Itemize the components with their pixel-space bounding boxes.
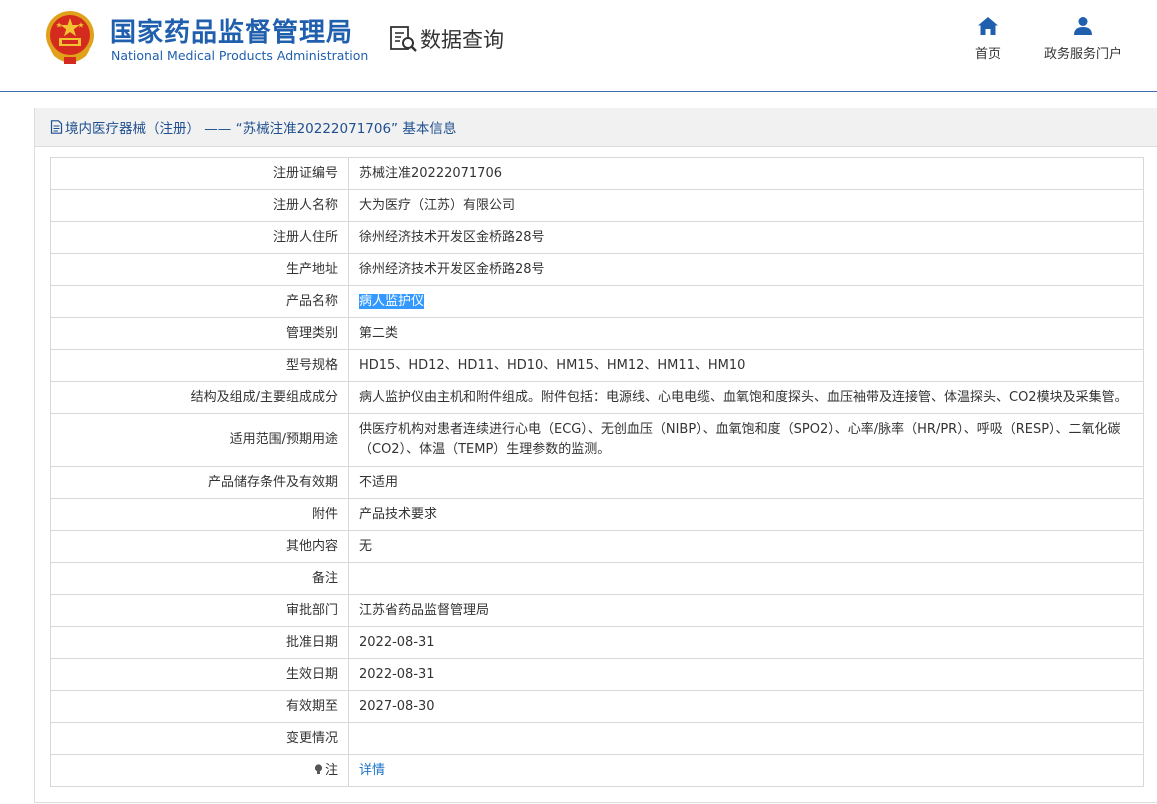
data-query-title: 数据查询 [388,22,504,56]
national-emblem-logo[interactable] [44,9,96,65]
table-row: 审批部门 江苏省药品监督管理局 [50,594,1144,627]
row-value: 2027-08-30 [348,690,1144,723]
table-row: 备注 [50,562,1144,595]
row-value: HD15、HD12、HD11、HD10、HM15、HM12、HM11、HM10 [348,349,1144,382]
table-row: 有效期至 2027-08-30 [50,690,1144,723]
row-value: 供医疗机构对患者连续进行心电（ECG）、无创血压（NIBP）、血氧饱和度（SPO… [348,413,1144,467]
row-value: 苏械注准20222071706 [348,157,1144,190]
panel-header: 境内医疗器械（注册） —— “苏械注准20222071706” 基本信息 [35,108,1157,147]
brand-title-en: National Medical Products Administration [111,48,369,63]
nav-home-label[interactable]: 首页 [966,43,1010,62]
table-row: 附件 产品技术要求 [50,498,1144,531]
document-icon [50,120,63,134]
row-label: 管理类别 [50,317,349,350]
row-value: 江苏省药品监督管理局 [348,594,1144,627]
home-icon [978,17,998,35]
row-value: 第二类 [348,317,1144,350]
table-row: 注 详情 [50,754,1144,787]
note-label-cell: 注 [50,754,349,787]
table-row: 管理类别 第二类 [50,317,1144,350]
table-row: 注册人住所 徐州经济技术开发区金桥路28号 [50,221,1144,254]
row-label: 有效期至 [50,690,349,723]
row-value [348,562,1144,595]
nav-gov-service-portal[interactable]: 政务服务门户 [1038,16,1128,62]
details-link[interactable]: 详情 [359,763,385,778]
row-value: 2022-08-31 [348,626,1144,659]
site-header: 国家药品监督管理局 National Medical Products Admi… [0,0,1157,92]
row-value: 徐州经济技术开发区金桥路28号 [348,253,1144,286]
row-label: 适用范围/预期用途 [50,413,349,467]
row-label: 审批部门 [50,594,349,627]
row-value: 徐州经济技术开发区金桥路28号 [348,221,1144,254]
panel-title: 境内医疗器械（注册） —— “苏械注准20222071706” 基本信息 [65,121,457,137]
table-row: 结构及组成/主要组成成分 病人监护仪由主机和附件组成。附件包括：电源线、心电电缆… [50,381,1144,414]
row-label: 生产地址 [50,253,349,286]
row-value [348,722,1144,755]
row-value: 病人监护仪由主机和附件组成。附件包括：电源线、心电电缆、血氧饱和度探头、血压袖带… [348,381,1144,414]
product-name-cell: 病人监护仪 [348,285,1144,318]
row-label: 注册证编号 [50,157,349,190]
row-value: 不适用 [348,466,1144,499]
lightbulb-icon [314,763,323,774]
row-label: 变更情况 [50,722,349,755]
table-row: 注册证编号 苏械注准20222071706 [50,157,1144,190]
table-row: 生效日期 2022-08-31 [50,658,1144,691]
row-value: 产品技术要求 [348,498,1144,531]
document-search-icon [390,26,417,52]
row-label: 备注 [50,562,349,595]
table-row: 产品储存条件及有效期 不适用 [50,466,1144,499]
row-label: 产品储存条件及有效期 [50,466,349,499]
row-label: 其他内容 [50,530,349,563]
row-label: 型号规格 [50,349,349,382]
table-row: 注册人名称 大为医疗（江苏）有限公司 [50,189,1144,222]
row-label: 附件 [50,498,349,531]
selected-product-name: 病人监护仪 [359,293,425,309]
row-label: 产品名称 [50,285,349,318]
table-row: 其他内容 无 [50,530,1144,563]
row-value: 2022-08-31 [348,658,1144,691]
row-label: 注 [324,762,338,778]
row-label: 注册人住所 [50,221,349,254]
brand-title-cn: 国家药品监督管理局 [110,18,354,48]
table-row: 产品名称 病人监护仪 [50,285,1144,318]
detail-panel: 境内医疗器械（注册） —— “苏械注准20222071706” 基本信息 注册证… [34,108,1157,803]
device-info-table: 注册证编号 苏械注准20222071706 注册人名称 大为医疗（江苏）有限公司… [50,157,1144,787]
user-icon [1074,17,1092,35]
nav-home[interactable]: 首页 [966,16,1010,62]
data-query-label: 数据查询 [420,28,504,52]
row-label: 注册人名称 [50,189,349,222]
row-label: 结构及组成/主要组成成分 [50,381,349,414]
header-divider [0,91,1157,92]
table-row: 批准日期 2022-08-31 [50,626,1144,659]
table-row: 型号规格 HD15、HD12、HD11、HD10、HM15、HM12、HM11、… [50,349,1144,382]
nav-gov-label[interactable]: 政务服务门户 [1038,43,1128,62]
table-row: 变更情况 [50,722,1144,755]
table-row: 生产地址 徐州经济技术开发区金桥路28号 [50,253,1144,286]
table-row: 适用范围/预期用途 供医疗机构对患者连续进行心电（ECG）、无创血压（NIBP）… [50,413,1144,467]
row-label: 生效日期 [50,658,349,691]
detail-cell: 详情 [348,754,1144,787]
row-value: 无 [348,530,1144,563]
row-value: 大为医疗（江苏）有限公司 [348,189,1144,222]
row-label: 批准日期 [50,626,349,659]
